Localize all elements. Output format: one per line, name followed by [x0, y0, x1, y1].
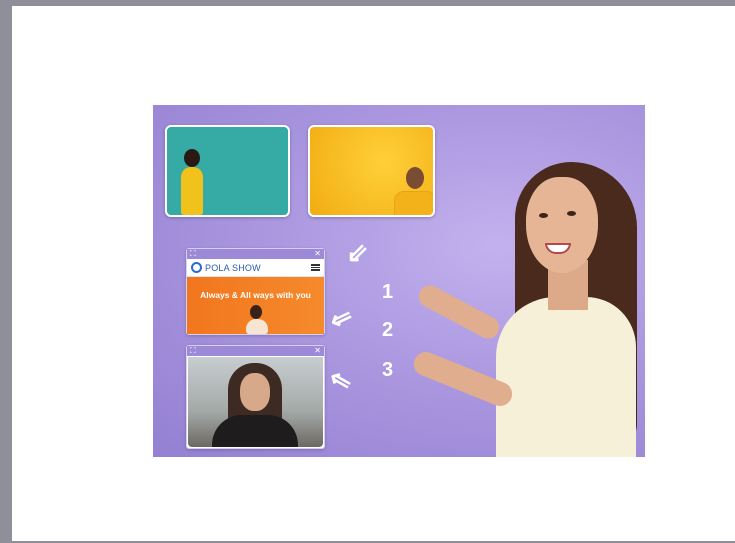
person-body — [246, 319, 268, 334]
person-body — [394, 191, 433, 215]
step-number-2: 2 — [382, 319, 394, 341]
arrow-up-left-icon: ⇐ — [324, 299, 358, 337]
person-top — [212, 415, 298, 447]
teal-photo-thumbnail — [165, 125, 290, 217]
logo-icon — [191, 262, 202, 273]
promo-banner-image: ⛶ ✕ POLA SHOW Always & All ways with you… — [153, 105, 645, 457]
arrow-up-left-icon: ⇐ — [323, 361, 358, 399]
person-body — [181, 167, 203, 215]
person-head — [406, 167, 424, 189]
step-number-1: 1 — [382, 281, 394, 303]
woman-face — [526, 177, 598, 273]
woman-arm-upper — [414, 281, 504, 343]
woman-eye — [539, 213, 548, 218]
video-frame — [188, 357, 323, 447]
close-icon[interactable]: ✕ — [314, 346, 321, 356]
person-head — [184, 149, 200, 167]
website-hero: Always & All ways with you — [187, 277, 324, 334]
website-header: POLA SHOW — [187, 259, 324, 277]
document-page: ⛶ ✕ POLA SHOW Always & All ways with you… — [12, 6, 735, 541]
woman-body — [496, 297, 636, 457]
expand-icon[interactable]: ⛶ — [190, 346, 196, 356]
woman-eye — [567, 211, 576, 216]
menu-icon[interactable] — [311, 264, 320, 271]
website-pip-window[interactable]: ⛶ ✕ POLA SHOW Always & All ways with you — [186, 248, 325, 335]
step-number-3: 3 — [382, 359, 394, 381]
close-icon[interactable]: ✕ — [314, 249, 321, 259]
logo-text: POLA SHOW — [205, 262, 261, 273]
pip-titlebar[interactable]: ⛶ ✕ — [187, 249, 324, 259]
arrow-up-left-icon: ⇐ — [338, 234, 376, 272]
person-face — [240, 373, 270, 411]
person-head — [250, 305, 262, 319]
expand-icon[interactable]: ⛶ — [190, 249, 196, 259]
hero-text: Always & All ways with you — [200, 290, 311, 300]
yellow-photo-thumbnail — [308, 125, 435, 217]
video-pip-window[interactable]: ⛶ ✕ — [186, 345, 325, 449]
pip-titlebar[interactable]: ⛶ ✕ — [187, 346, 324, 356]
